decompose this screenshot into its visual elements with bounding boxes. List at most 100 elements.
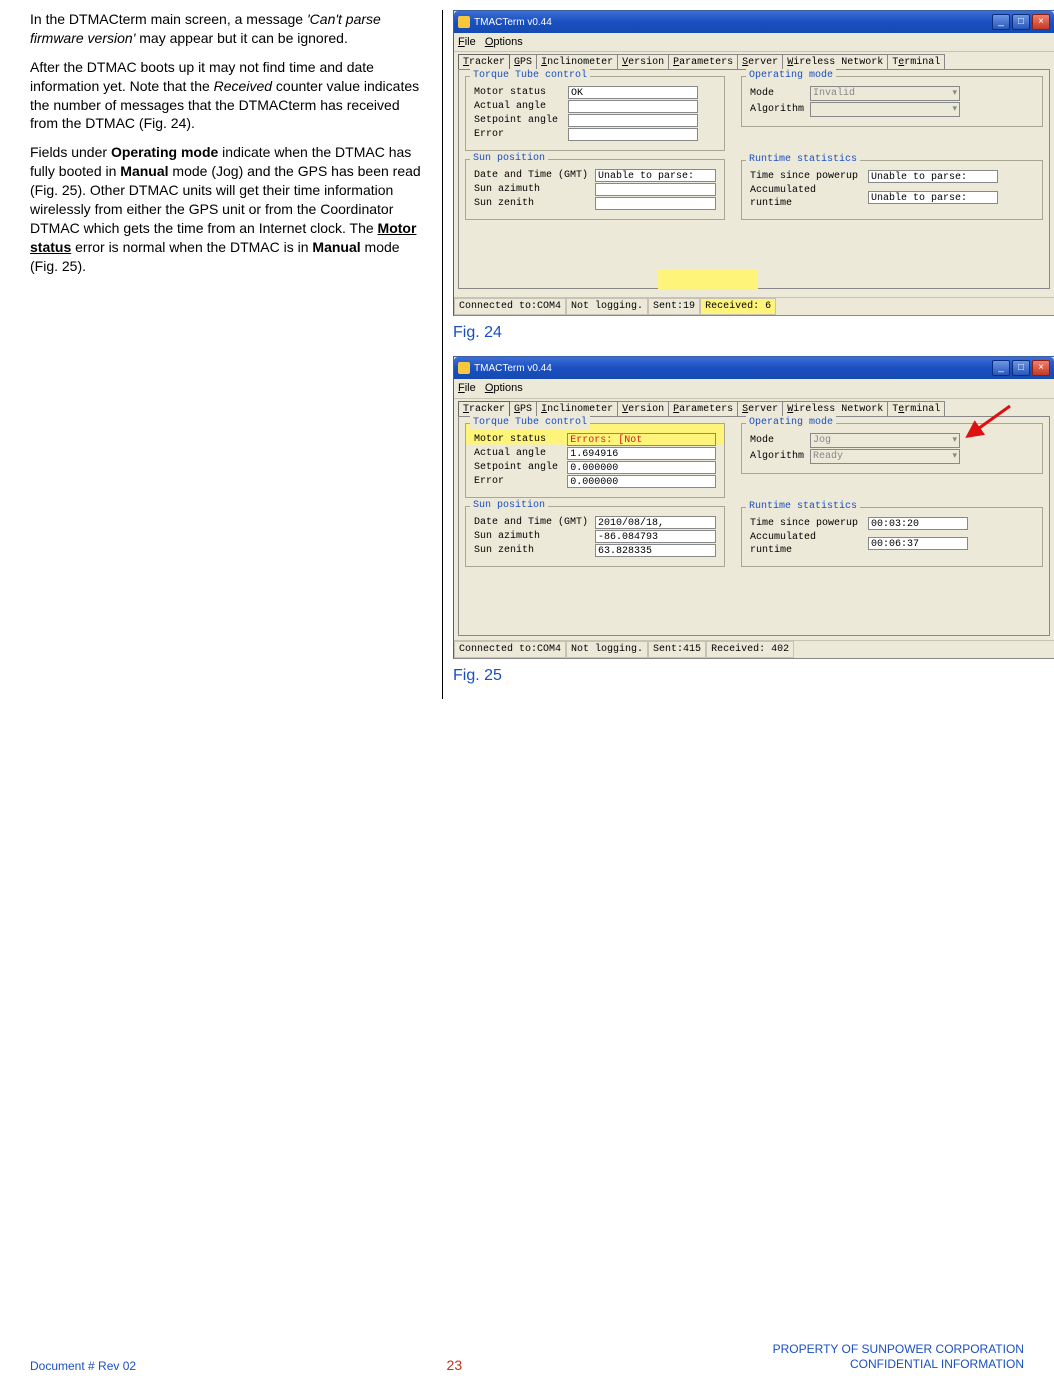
field-error: 0.000000 — [567, 475, 716, 488]
group-sun-title: Sun position — [470, 152, 548, 165]
tab-wireless[interactable]: Wireless Network — [782, 54, 888, 69]
group-rt-title: Runtime statistics — [746, 153, 860, 166]
label-setpoint-angle: Setpoint angle — [474, 461, 563, 474]
status-connection: Connected to:COM4 — [454, 298, 566, 315]
menu-options[interactable]: Options — [485, 382, 523, 394]
select-algorithm[interactable] — [810, 102, 960, 117]
footer-page-number: 23 — [447, 1357, 463, 1373]
tab-gps[interactable]: GPS — [509, 54, 537, 69]
footer-doc-rev: Document # Rev 02 — [30, 1359, 136, 1373]
field-motor-status: Errors: [Not controlled] — [567, 433, 716, 446]
p1-text-b: may appear but it can be ignored. — [135, 30, 347, 46]
group-ttc: Torque Tube control Motor statusErrors: … — [465, 423, 725, 498]
tabs-bar: Tracker GPS Inclinometer Version Paramet… — [454, 52, 1054, 69]
window-title: TMACTerm v0.44 — [474, 16, 552, 29]
tab-inclinometer[interactable]: Inclinometer — [536, 401, 618, 416]
select-algorithm[interactable]: Ready — [810, 449, 960, 464]
group-sun: Sun position Date and Time (GMT)2010/08/… — [465, 506, 725, 567]
menu-options[interactable]: Options — [485, 36, 523, 48]
maximize-button[interactable]: □ — [1012, 14, 1030, 30]
footer-property: PROPERTY OF SUNPOWER CORPORATION — [773, 1342, 1024, 1356]
tab-terminal[interactable]: Terminal — [887, 54, 945, 69]
menu-file[interactable]: File — [458, 382, 476, 394]
group-sun: Sun position Date and Time (GMT)Unable t… — [465, 159, 725, 220]
menu-file[interactable]: File — [458, 36, 476, 48]
menubar: File Options — [454, 379, 1054, 398]
p3-bold-2: Manual — [120, 163, 168, 179]
label-mode: Mode — [750, 434, 806, 447]
statusbar: Connected to:COM4 Not logging. Sent:19 R… — [454, 297, 1054, 315]
label-algorithm: Algorithm — [750, 450, 806, 463]
field-sun-azimuth — [595, 183, 716, 196]
tab-gps[interactable]: GPS — [509, 401, 537, 416]
p3-text-a: Fields under — [30, 144, 111, 160]
label-sun-zenith: Sun zenith — [474, 544, 591, 557]
group-ttc-title: Torque Tube control — [470, 416, 590, 429]
fig24-caption: Fig. 24 — [453, 324, 1054, 342]
group-ttc: Torque Tube control Motor statusOK Actua… — [465, 76, 725, 151]
tab-server[interactable]: Server — [737, 54, 783, 69]
group-op-title: Operating mode — [746, 416, 836, 429]
label-time-powerup: Time since powerup — [750, 517, 864, 530]
group-rt: Runtime statistics Time since powerupUna… — [741, 160, 1043, 220]
label-date-time: Date and Time (GMT) — [474, 516, 591, 529]
label-acc-runtime: Accumulated runtime — [750, 531, 864, 557]
field-actual-angle: 1.694916 — [567, 447, 716, 460]
tab-server[interactable]: Server — [737, 401, 783, 416]
select-mode[interactable]: Invalid — [810, 86, 960, 101]
status-received: Received: 402 — [706, 641, 794, 658]
tab-parameters[interactable]: Parameters — [668, 401, 738, 416]
close-button[interactable]: × — [1032, 14, 1050, 30]
label-error: Error — [474, 475, 563, 488]
tab-version[interactable]: Version — [617, 401, 669, 416]
field-sun-zenith — [595, 197, 716, 210]
field-acc-runtime: 00:06:37 — [868, 537, 968, 550]
field-acc-runtime: Unable to parse: null — [868, 191, 998, 204]
label-motor-status: Motor status — [474, 86, 564, 99]
tab-terminal[interactable]: Terminal — [887, 401, 945, 416]
group-op-title: Operating mode — [746, 69, 836, 82]
tab-wireless[interactable]: Wireless Network — [782, 401, 888, 416]
titlebar[interactable]: TMACTerm v0.44 _ □ × — [454, 357, 1054, 379]
label-mode: Mode — [750, 87, 806, 100]
group-ttc-title: Torque Tube control — [470, 69, 590, 82]
field-sun-azimuth: -86.084793 — [595, 530, 716, 543]
field-setpoint-angle — [568, 114, 698, 127]
tab-tracker[interactable]: Tracker — [458, 54, 510, 69]
field-motor-status: OK — [568, 86, 698, 99]
label-time-powerup: Time since powerup — [750, 170, 864, 183]
close-button[interactable]: × — [1032, 360, 1050, 376]
p2-text-i: Received — [214, 78, 272, 94]
footer-confidential: CONFIDENTIAL INFORMATION — [850, 1357, 1024, 1371]
tabs-bar: Tracker GPS Inclinometer Version Paramet… — [454, 399, 1054, 416]
tab-version[interactable]: Version — [617, 54, 669, 69]
maximize-button[interactable]: □ — [1012, 360, 1030, 376]
group-rt-title: Runtime statistics — [746, 500, 860, 513]
label-sun-azimuth: Sun azimuth — [474, 530, 591, 543]
label-sun-azimuth: Sun azimuth — [474, 183, 591, 196]
tab-inclinometer[interactable]: Inclinometer — [536, 54, 618, 69]
label-sun-zenith: Sun zenith — [474, 197, 591, 210]
app-icon — [458, 362, 470, 374]
page-footer: Document # Rev 02 23 PROPERTY OF SUNPOWE… — [30, 1342, 1024, 1373]
minimize-button[interactable]: _ — [992, 360, 1010, 376]
app-icon — [458, 16, 470, 28]
status-sent: Sent:19 — [648, 298, 700, 315]
menubar: File Options — [454, 33, 1054, 52]
p3-bold-4: Manual — [312, 239, 360, 255]
p3-text-d: error is normal when the DTMAC is in — [71, 239, 312, 255]
tab-parameters[interactable]: Parameters — [668, 54, 738, 69]
field-actual-angle — [568, 100, 698, 113]
status-logging: Not logging. — [566, 298, 648, 315]
titlebar[interactable]: TMACTerm v0.44 _ □ × — [454, 11, 1054, 33]
instruction-text: In the DTMACterm main screen, a message … — [30, 10, 430, 699]
minimize-button[interactable]: _ — [992, 14, 1010, 30]
status-connection: Connected to:COM4 — [454, 641, 566, 658]
statusbar: Connected to:COM4 Not logging. Sent:415 … — [454, 640, 1054, 658]
tab-tracker[interactable]: Tracker — [458, 401, 510, 416]
highlight-marker — [658, 269, 758, 289]
select-mode[interactable]: Jog — [810, 433, 960, 448]
fig25-screenshot: TMACTerm v0.44 _ □ × File Options Tracke… — [453, 356, 1054, 658]
field-date-time: Unable to parse: null — [595, 169, 716, 182]
field-setpoint-angle: 0.000000 — [567, 461, 716, 474]
